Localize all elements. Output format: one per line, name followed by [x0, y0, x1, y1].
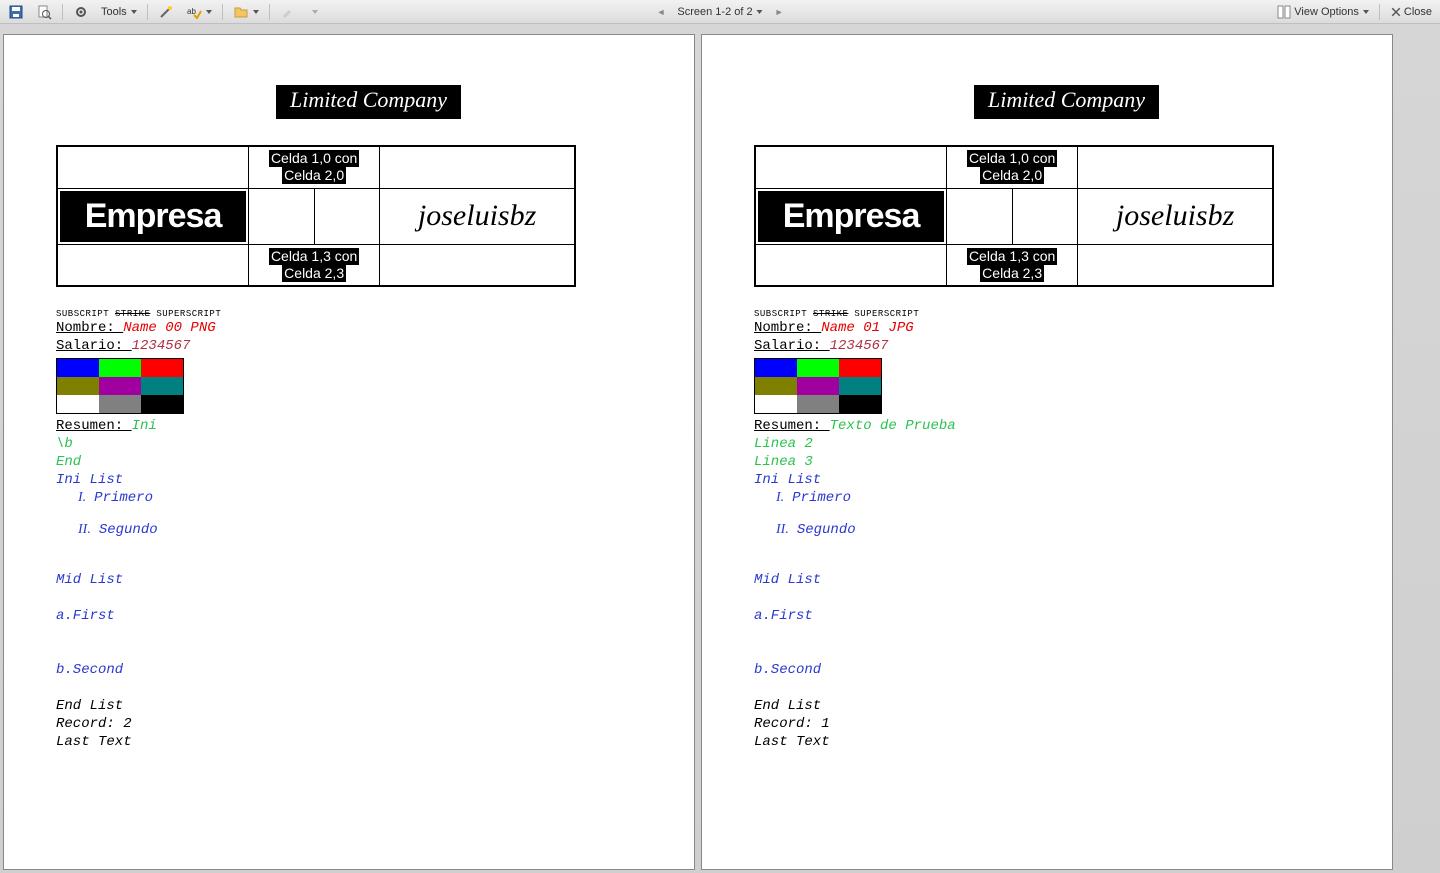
swatch-cell [755, 359, 797, 377]
nombre-line: Nombre: Name 01 JPG [754, 319, 1342, 337]
celda-1-0: Celda 1,0 con [967, 150, 1057, 167]
swatch-cell [755, 395, 797, 413]
swatch-cell [57, 359, 99, 377]
save-icon[interactable] [4, 2, 28, 22]
end-list: End List [754, 697, 1342, 715]
list-item-2: II.Segundo [78, 521, 644, 539]
author-signature: joseluisbz [1116, 199, 1234, 232]
chevron-down-icon [253, 10, 259, 14]
header-table: Celda 1,0 con Celda 2,0 Empresa joseluis… [754, 145, 1274, 287]
screen-label: Screen 1-2 of 2 [677, 6, 752, 18]
header-table: Celda 1,0 con Celda 2,0 Empresa joseluis… [56, 145, 576, 287]
author-signature: joseluisbz [418, 199, 536, 232]
resumen-line: Resumen: Ini [56, 417, 644, 435]
page-preview-icon[interactable] [32, 2, 56, 22]
extra-line-0: Linea 2 [754, 435, 1342, 453]
close-label: Close [1404, 6, 1432, 18]
page-2: Limited Company Celda 1,0 con Celda 2,0 … [701, 34, 1393, 870]
extra-line-1: Linea 3 [754, 453, 1342, 471]
chevron-down-icon [1363, 10, 1369, 14]
extra-line-0: \b [56, 435, 644, 453]
swatch-cell [797, 377, 839, 395]
list-item-2: II.Segundo [776, 521, 1342, 539]
mid-list: Mid List [754, 571, 1342, 589]
view-options-label: View Options [1294, 6, 1359, 18]
swatch-cell [141, 377, 183, 395]
swatch-cell [57, 395, 99, 413]
empresa-logo: Empresa [758, 191, 944, 242]
swatch-cell [839, 395, 881, 413]
mid-list: Mid List [56, 571, 644, 589]
folder-icon[interactable] [229, 2, 263, 22]
salario-line: Salario: 1234567 [56, 337, 644, 355]
chevron-down-icon [131, 10, 137, 14]
empresa-logo: Empresa [60, 191, 246, 242]
record-line: Record: 1 [754, 715, 1342, 733]
last-text: Last Text [56, 733, 644, 751]
tools-dropdown[interactable]: Tools [97, 2, 141, 22]
last-text: Last Text [754, 733, 1342, 751]
workarea: Limited Company Celda 1,0 con Celda 2,0 … [0, 24, 1440, 873]
view-options-dropdown[interactable]: View Options [1272, 2, 1373, 22]
record-line: Record: 2 [56, 715, 644, 733]
swatch-cell [141, 359, 183, 377]
celda-1-3: Celda 1,3 con [967, 248, 1057, 265]
swatch-cell [57, 377, 99, 395]
swatch-cell [797, 395, 839, 413]
extra-line-1: End [56, 453, 644, 471]
nav-prev-icon[interactable]: ◄ [652, 7, 669, 17]
ini-list: Ini List [56, 471, 644, 489]
ini-list: Ini List [754, 471, 1342, 489]
brush-icon[interactable] [276, 2, 300, 22]
swatch-cell [755, 377, 797, 395]
list-item-1: I.Primero [776, 489, 1342, 507]
swatch-cell [99, 359, 141, 377]
celda-2-0: Celda 2,0 [980, 167, 1044, 184]
close-button[interactable]: Close [1386, 2, 1436, 22]
script-sample-line: SUBSCRIPT STRIKE SUPERSCRIPT [56, 309, 644, 319]
list-item-1: I.Primero [78, 489, 644, 507]
toolbar: Tools ab ◄ Screen 1-2 of 2 ► [0, 0, 1440, 24]
swatch-cell [99, 377, 141, 395]
b-second: b.Second [56, 661, 644, 679]
salario-line: Salario: 1234567 [754, 337, 1342, 355]
company-logo: Limited Company [974, 85, 1159, 121]
script-sample-line: SUBSCRIPT STRIKE SUPERSCRIPT [754, 309, 1342, 319]
settings-gear-icon[interactable] [69, 2, 93, 22]
wand-icon[interactable] [154, 2, 178, 22]
brush-dropdown[interactable] [304, 2, 324, 22]
celda-1-0: Celda 1,0 con [269, 150, 359, 167]
tools-label: Tools [101, 6, 127, 18]
spellcheck-icon[interactable]: ab [182, 2, 216, 22]
color-swatch [56, 358, 184, 414]
swatch-cell [839, 359, 881, 377]
a-first: a.First [754, 607, 1342, 625]
resumen-line: Resumen: Texto de Prueba [754, 417, 1342, 435]
celda-2-3: Celda 2,3 [980, 265, 1044, 282]
celda-1-3: Celda 1,3 con [269, 248, 359, 265]
nav-next-icon[interactable]: ► [771, 7, 788, 17]
swatch-cell [797, 359, 839, 377]
a-first: a.First [56, 607, 644, 625]
celda-2-0: Celda 2,0 [282, 167, 346, 184]
chevron-down-icon [206, 10, 212, 14]
company-logo: Limited Company [276, 85, 461, 121]
swatch-cell [141, 395, 183, 413]
b-second: b.Second [754, 661, 1342, 679]
page-1: Limited Company Celda 1,0 con Celda 2,0 … [3, 34, 695, 870]
celda-2-3: Celda 2,3 [282, 265, 346, 282]
chevron-down-icon [312, 10, 318, 14]
nombre-line: Nombre: Name 00 PNG [56, 319, 644, 337]
swatch-cell [839, 377, 881, 395]
screen-indicator[interactable]: Screen 1-2 of 2 [673, 2, 766, 22]
end-list: End List [56, 697, 644, 715]
swatch-cell [99, 395, 141, 413]
color-swatch [754, 358, 882, 414]
chevron-down-icon [757, 10, 763, 14]
